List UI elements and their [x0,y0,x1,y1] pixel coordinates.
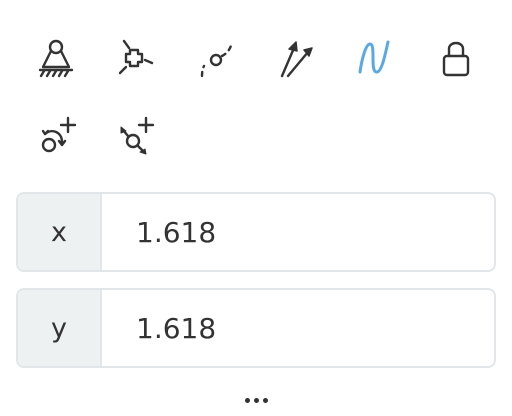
add-rotation-tool[interactable] [32,112,80,160]
fixed-support-icon [38,39,74,78]
freehand-curve-icon [358,40,390,74]
add-rotation-icon [41,116,77,153]
lock-icon [442,41,470,77]
add-translation-icon [120,116,155,155]
y-label: y [18,290,102,366]
add-translation-tool[interactable] [110,112,158,160]
x-input[interactable]: 1.618 [102,194,494,270]
ellipsis-icon [244,397,250,403]
ellipsis-icon [253,397,259,403]
lock-tool[interactable] [432,34,480,82]
point-on-curve-icon [200,40,234,78]
more-options-button[interactable] [236,388,276,412]
point-on-object-tool[interactable] [110,34,158,82]
vector-arrows-icon [280,41,313,78]
fixed-support-tool[interactable] [32,34,80,82]
properties-panel: x 1.618 y 1.618 [0,0,512,416]
x-label: x [18,194,102,270]
point-on-curve-tool[interactable] [192,34,240,82]
freehand-curve-tool[interactable] [350,34,398,82]
vector-arrows-tool[interactable] [272,34,320,82]
x-coordinate-field: x 1.618 [16,192,496,272]
point-on-object-icon [118,39,154,75]
y-coordinate-field: y 1.618 [16,288,496,368]
ellipsis-icon [262,397,268,403]
y-input[interactable]: 1.618 [102,290,494,366]
